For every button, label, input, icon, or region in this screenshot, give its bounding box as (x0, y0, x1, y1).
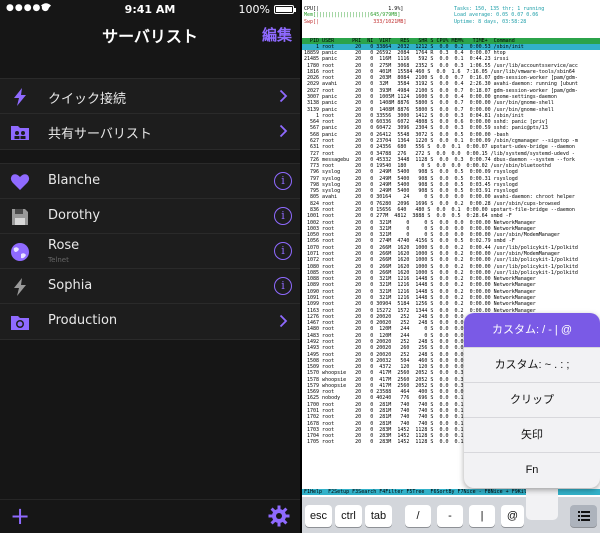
server-item-dorothy[interactable]: Dorothy i (0, 199, 300, 234)
process-row[interactable]: 805 avahi 20 0 30164 24 0 S 0.0 0.0 0:00… (304, 194, 600, 200)
server-item-rose[interactable]: Rose Telnet i (0, 234, 300, 269)
process-row[interactable]: 2029 avahi 20 0 32M 3584 3192 S 0.0 0.4 … (304, 81, 600, 87)
nav-bar: サーバリスト 編集 (0, 18, 300, 50)
info-icon[interactable]: i (274, 172, 292, 190)
page-title: サーバリスト (102, 27, 198, 46)
process-row[interactable]: 631 root 20 0 24356 680 556 S 0.0 0.1 0:… (304, 144, 600, 150)
server-item-sophia[interactable]: Sophia i (0, 269, 300, 304)
heart-icon (10, 174, 30, 190)
keyboard-menu-button[interactable] (570, 505, 597, 527)
folder-globe-icon (11, 316, 29, 330)
quick-connect-label: クイック接続 (48, 92, 127, 107)
at-key[interactable]: @ (501, 505, 524, 527)
server-label: Blanche (48, 173, 101, 188)
server-item-production[interactable]: Production (0, 304, 300, 339)
server-label: Dorothy (48, 208, 101, 223)
status-bar: ●●●●● 9:41 AM 100% (0, 0, 300, 18)
popup-item-clip[interactable]: クリップ (464, 383, 600, 418)
tab-key[interactable]: tab (365, 505, 392, 527)
shared-folder-icon (11, 126, 29, 140)
shared-server-list-label: 共有サーバリスト (48, 127, 152, 142)
menu-group: クイック接続 共有サーバリスト (0, 78, 300, 150)
process-row[interactable]: 727 root 20 0 34788 276 272 S 0.0 0.0 0:… (304, 151, 600, 157)
info-icon[interactable]: i (274, 242, 292, 260)
battery-icon (274, 5, 296, 14)
bottom-toolbar: + (0, 499, 300, 533)
popup-item-arrows[interactable]: 矢印 (464, 418, 600, 453)
process-row[interactable]: 1780 root 20 0 275M 3068 2352 S 0.0 0.3 … (304, 63, 600, 69)
server-label: Rose (48, 238, 80, 253)
uptime-info: Uptime: 8 days, 03:58:28 (454, 19, 527, 25)
server-group: Blanche i Dorothy i Rose Telnet i Sophia… (0, 163, 300, 340)
floppy-disk-icon (12, 209, 28, 225)
server-label: Sophia (48, 278, 93, 293)
server-label: Production (48, 313, 118, 328)
popup-item-custom-2[interactable]: カスタム: ~ . : ; (464, 348, 600, 383)
bolt-icon (14, 278, 26, 296)
chevron-right-icon (279, 314, 288, 328)
slash-key[interactable]: / (405, 505, 431, 527)
list-icon (577, 511, 590, 521)
swap-meter: Swp[| 333/1021MB] (304, 19, 407, 25)
battery-percent: 100% (238, 3, 270, 16)
load-info: Load average: 0.05 0.07 0.06 (454, 12, 539, 18)
chevron-right-icon (279, 124, 288, 138)
gear-icon[interactable] (268, 505, 290, 527)
process-row[interactable]: 1072 root 20 0 266M 1620 1000 S 0.0 0.2 … (304, 257, 600, 263)
mem-meter: Mem[||||||||||||||||||645/979MB] (304, 12, 401, 18)
key-set-popup: カスタム: / - | @ カスタム: ~ . : ; クリップ 矢印 Fn (464, 313, 600, 488)
popup-item-custom-1[interactable]: カスタム: / - | @ (464, 313, 600, 348)
edit-button[interactable]: 編集 (262, 24, 292, 45)
server-item-blanche[interactable]: Blanche i (0, 164, 300, 199)
pipe-key[interactable]: | (469, 505, 495, 527)
info-icon[interactable]: i (274, 277, 292, 295)
terminal-screen: CPU[| 1.9%] Mem[||||||||||||||||||645/97… (302, 0, 600, 533)
ctrl-key[interactable]: ctrl (335, 505, 362, 527)
server-protocol: Telnet (48, 256, 69, 264)
process-row[interactable]: 1080 root 20 0 266M 1620 1000 S 0.0 0.2 … (304, 264, 600, 270)
chevron-right-icon (279, 89, 288, 103)
bolt-icon (14, 88, 26, 106)
esc-key[interactable]: esc (305, 505, 332, 527)
shared-server-list-item[interactable]: 共有サーバリスト (0, 114, 300, 149)
dash-key[interactable]: - (437, 505, 463, 527)
add-server-button[interactable]: + (10, 504, 30, 528)
quick-connect-item[interactable]: クイック接続 (0, 79, 300, 114)
popup-stem (526, 486, 558, 520)
server-list-screen: ●●●●● 9:41 AM 100% サーバリスト 編集 クイック接続 共有サー… (0, 0, 300, 533)
info-icon[interactable]: i (274, 207, 292, 225)
globe-icon (11, 243, 29, 261)
popup-item-fn[interactable]: Fn (464, 453, 600, 488)
